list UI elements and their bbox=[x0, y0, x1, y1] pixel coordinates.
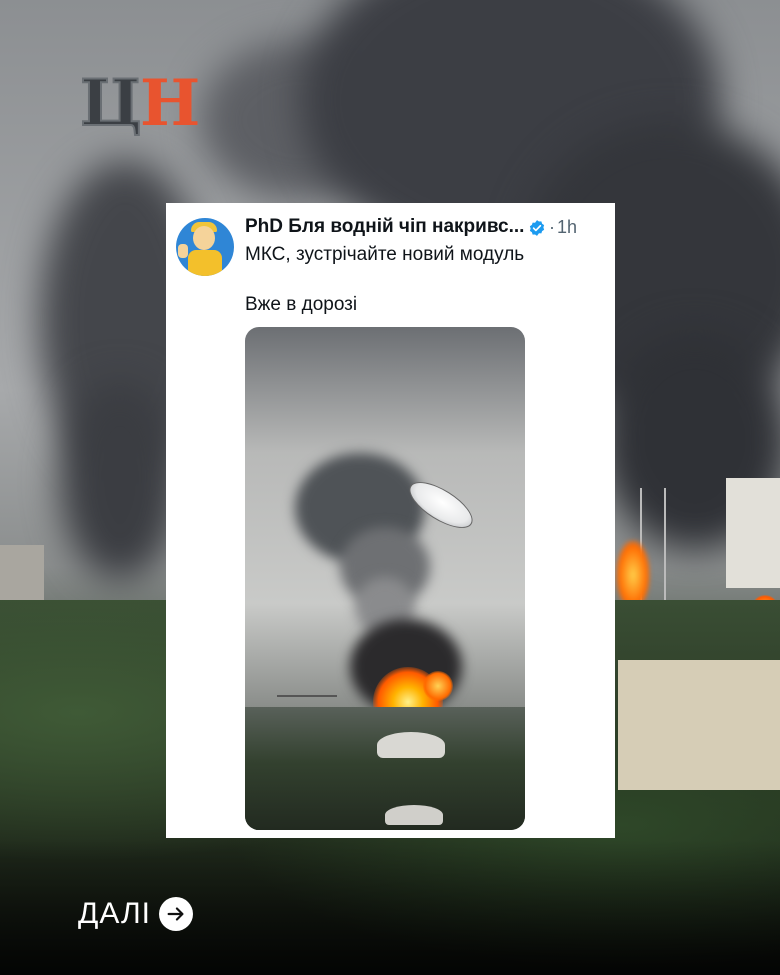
verified-badge-icon bbox=[529, 220, 545, 236]
avatar[interactable] bbox=[176, 218, 234, 276]
meta-separator: · bbox=[549, 217, 555, 237]
avatar-face bbox=[193, 226, 215, 250]
logo-letter-c: Ц bbox=[79, 66, 143, 141]
media-fireball bbox=[423, 671, 453, 701]
next-button[interactable]: ДАЛІ bbox=[78, 897, 194, 931]
building bbox=[726, 478, 780, 588]
next-label: ДАЛІ bbox=[78, 897, 152, 930]
tweet-card[interactable]: PhD Бля водній чіп накривс... · 1h МКС, … bbox=[166, 203, 615, 838]
media-storage-tank bbox=[385, 805, 443, 825]
thumbs-up-icon bbox=[178, 244, 188, 258]
brand-logo: ЦН bbox=[79, 71, 200, 137]
tweet-text-line-2: Вже в дорозі bbox=[245, 294, 358, 315]
tweet-text-line-1: МКС, зустрічайте новий модуль bbox=[245, 244, 525, 265]
avatar-body bbox=[188, 250, 222, 276]
media-storage-tank bbox=[377, 732, 445, 758]
media-crane bbox=[277, 695, 337, 697]
author-name[interactable]: PhD Бля водній чіп накривс... bbox=[245, 216, 524, 238]
tweet-media-image[interactable] bbox=[245, 327, 525, 830]
arrow-right-icon bbox=[159, 897, 194, 931]
smoke-cloud bbox=[60, 380, 180, 580]
building bbox=[618, 660, 780, 790]
logo-letter-h: Н bbox=[139, 66, 200, 141]
timestamp[interactable]: 1h bbox=[557, 217, 577, 238]
